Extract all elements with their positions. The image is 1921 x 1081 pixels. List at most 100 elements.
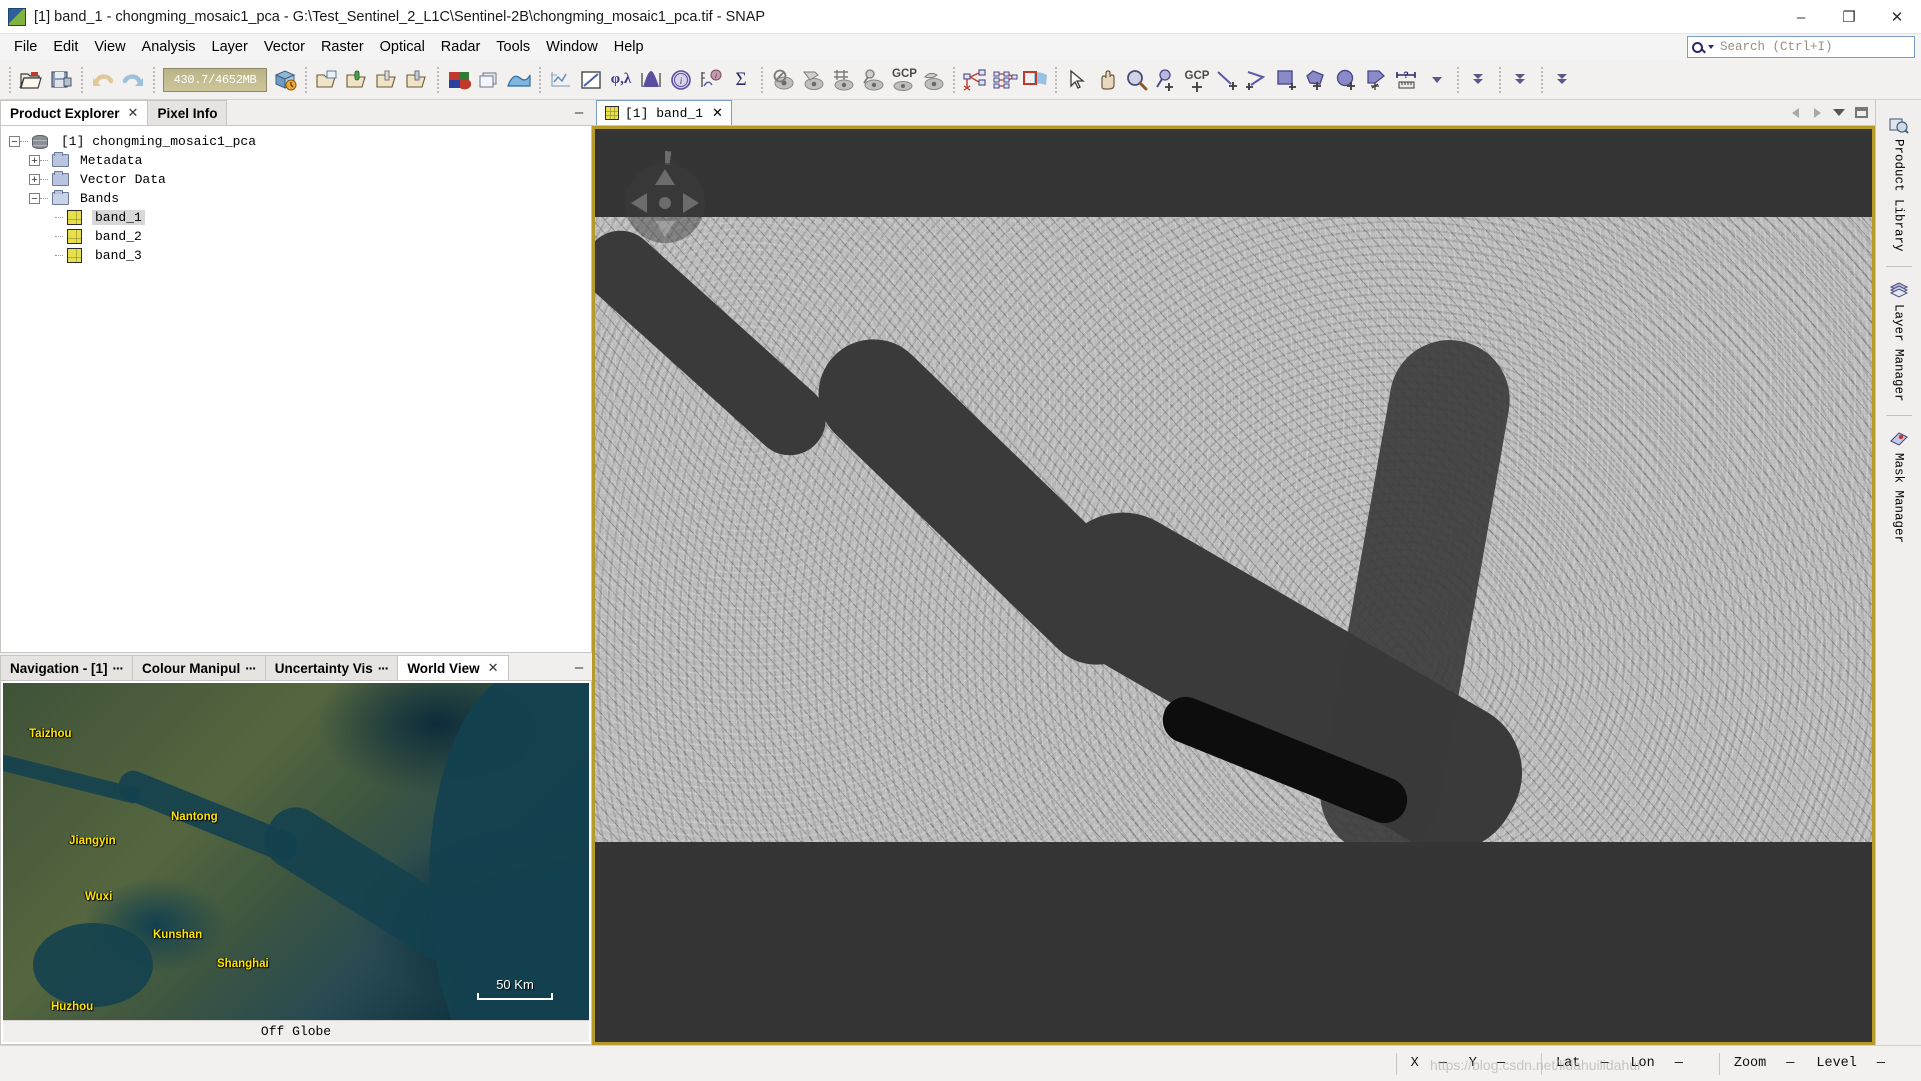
search-input[interactable]: Search (Ctrl+I): [1720, 40, 1833, 54]
tab-image-view-band-1[interactable]: [1] band_1 ✕: [596, 100, 732, 125]
tab-product-explorer[interactable]: Product Explorer ✕: [0, 100, 149, 125]
mask-overlay-button[interactable]: [918, 65, 948, 95]
toolbar-overflow-2-button[interactable]: [1464, 65, 1494, 95]
tab-world-view[interactable]: World View ✕: [397, 655, 509, 680]
maximize-button[interactable]: ❐: [1825, 0, 1873, 34]
undo-button[interactable]: [88, 65, 118, 95]
image-canvas[interactable]: [592, 126, 1875, 1045]
tree-node-band-3[interactable]: band_3: [1, 246, 591, 265]
dock-item-mask-manager[interactable]: Mask Manager: [1876, 422, 1921, 551]
close-icon[interactable]: ✕: [712, 105, 723, 121]
navigation-compass[interactable]: [613, 151, 717, 255]
no-data-overlay-button[interactable]: [768, 65, 798, 95]
tree-node-bands[interactable]: − Bands: [1, 189, 591, 208]
zoom-tool-button[interactable]: [1122, 65, 1152, 95]
open-image-window-alt-button[interactable]: [402, 65, 432, 95]
ellipse-drawing-tool-button[interactable]: [1332, 65, 1362, 95]
toolbar-overflow-3-button[interactable]: [1506, 65, 1536, 95]
tree-node-band-1[interactable]: band_1: [1, 208, 591, 227]
selection-tool-button[interactable]: [1062, 65, 1092, 95]
tab-navigation[interactable]: Navigation - [1] ···: [0, 655, 134, 680]
compass-center-icon[interactable]: [659, 197, 671, 209]
expander-icon[interactable]: +: [29, 155, 40, 166]
close-button[interactable]: ✕: [1873, 0, 1921, 34]
menu-analysis[interactable]: Analysis: [134, 37, 204, 57]
pan-left-arrow-icon[interactable]: [631, 193, 647, 213]
batch-processing-button[interactable]: [990, 65, 1020, 95]
close-icon[interactable]: ✕: [128, 105, 139, 121]
view-list-button[interactable]: [1829, 102, 1849, 124]
colour-manipulation-button[interactable]: [444, 65, 474, 95]
product-explorer-tree[interactable]: − [1] chongming_mosaic1_pca + Metadata +…: [0, 126, 592, 653]
menu-file[interactable]: File: [6, 37, 45, 57]
minimize-panel-button[interactable]: –: [566, 100, 592, 125]
reopen-product-button[interactable]: [270, 65, 300, 95]
pin-overlay-button[interactable]: [858, 65, 888, 95]
open-rgb-image-window-button[interactable]: [312, 65, 342, 95]
geo-coding-button[interactable]: φ,λ: [606, 65, 636, 95]
line-drawing-tool-button[interactable]: [1212, 65, 1242, 95]
tab-pixel-info[interactable]: Pixel Info: [147, 100, 228, 125]
pan-right-arrow-icon[interactable]: [683, 193, 699, 213]
pin-placing-tool-button[interactable]: [1152, 65, 1182, 95]
menu-window[interactable]: Window: [538, 37, 606, 57]
open-image-window-button[interactable]: [372, 65, 402, 95]
menu-tools[interactable]: Tools: [488, 37, 538, 57]
memory-monitor[interactable]: 430.7/4652MB: [163, 67, 267, 92]
tree-node-metadata[interactable]: + Metadata: [1, 151, 591, 170]
menu-radar[interactable]: Radar: [433, 37, 489, 57]
world-view-map[interactable]: Taizhou Nantong Jiangyin Wuxi Kunshan Sh…: [3, 683, 589, 1020]
maximize-view-button[interactable]: [1851, 102, 1871, 124]
statistics-button[interactable]: i: [696, 65, 726, 95]
expander-icon[interactable]: −: [9, 136, 20, 147]
gcp-placing-tool-button[interactable]: GCP: [1182, 65, 1212, 95]
minimize-world-view-button[interactable]: –: [566, 655, 592, 680]
redo-button[interactable]: [118, 65, 148, 95]
information-button[interactable]: i: [666, 65, 696, 95]
menu-raster[interactable]: Raster: [313, 37, 372, 57]
tab-colour-manipulation[interactable]: Colour Manipul ···: [132, 655, 266, 680]
graticule-overlay-button[interactable]: [828, 65, 858, 95]
tab-uncertainty-visualisation[interactable]: Uncertainty Vis ···: [264, 655, 399, 680]
menu-vector[interactable]: Vector: [256, 37, 313, 57]
gcp-overlay-button[interactable]: GCP: [888, 65, 918, 95]
sum-button[interactable]: Σ: [726, 65, 756, 95]
open-product-button[interactable]: [16, 65, 46, 95]
open-hsv-image-window-button[interactable]: [342, 65, 372, 95]
menu-optical[interactable]: Optical: [372, 37, 433, 57]
close-icon[interactable]: ✕: [488, 660, 499, 676]
toolbar-overflow-1-button[interactable]: [1422, 65, 1452, 95]
chevron-down-icon[interactable]: [1708, 45, 1714, 49]
tree-node-band-2[interactable]: band_2: [1, 227, 591, 246]
graph-builder-button[interactable]: [960, 65, 990, 95]
dock-item-product-library[interactable]: Product Library: [1876, 108, 1921, 260]
search-box[interactable]: Search (Ctrl+I): [1687, 36, 1915, 58]
minimize-button[interactable]: –: [1777, 0, 1825, 34]
prev-view-button[interactable]: [1785, 102, 1805, 124]
tree-node-product[interactable]: − [1] chongming_mosaic1_pca: [1, 132, 591, 151]
subset-button[interactable]: [1020, 65, 1050, 95]
rectangle-drawing-tool-button[interactable]: [1272, 65, 1302, 95]
polyline-drawing-tool-button[interactable]: [1242, 65, 1272, 95]
magic-wand-tool-button[interactable]: [1362, 65, 1392, 95]
satellite-raster[interactable]: [595, 217, 1872, 842]
wave-analysis-button[interactable]: [504, 65, 534, 95]
scatter-plot-button[interactable]: [576, 65, 606, 95]
next-view-button[interactable]: [1807, 102, 1827, 124]
menu-help[interactable]: Help: [606, 37, 652, 57]
measure-tool-button[interactable]: ?: [1392, 65, 1422, 95]
dock-item-layer-manager[interactable]: Layer Manager: [1876, 273, 1921, 410]
expander-icon[interactable]: −: [29, 193, 40, 204]
polygon-drawing-tool-button[interactable]: [1302, 65, 1332, 95]
tree-node-vector-data[interactable]: + Vector Data: [1, 170, 591, 189]
geometry-overlay-button[interactable]: [798, 65, 828, 95]
pan-down-arrow-icon[interactable]: [655, 221, 675, 237]
pan-up-arrow-icon[interactable]: [655, 169, 675, 185]
expander-icon[interactable]: +: [29, 174, 40, 185]
menu-view[interactable]: View: [86, 37, 133, 57]
menu-edit[interactable]: Edit: [45, 37, 86, 57]
menu-layer[interactable]: Layer: [204, 37, 256, 57]
pan-tool-button[interactable]: [1092, 65, 1122, 95]
toolbar-overflow-4-button[interactable]: [1548, 65, 1578, 95]
profile-plot-button[interactable]: [546, 65, 576, 95]
